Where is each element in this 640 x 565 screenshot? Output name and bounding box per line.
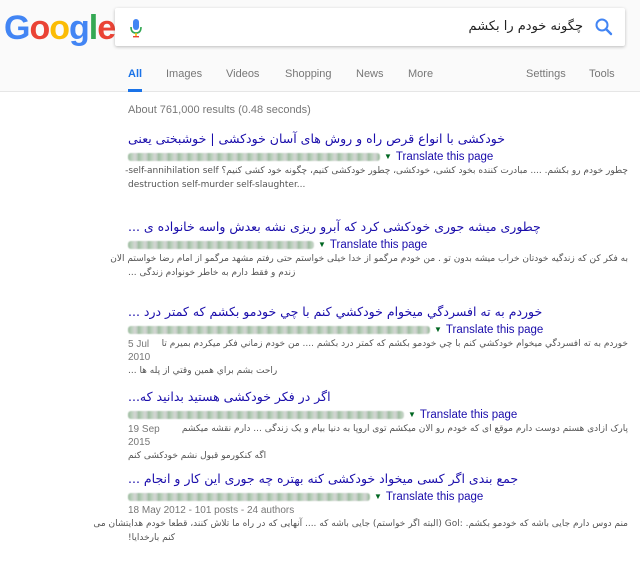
result-url-row: ▼ Translate this page [128,489,628,504]
search-result: جمع بندی اگر کسی میخواد خودکشی کنه بهتره… [93,470,628,545]
result-title-link[interactable]: چطوری میشه جوری خودکشی کرد که آبرو ریزی … [128,218,628,235]
logo-letter: e [97,9,116,47]
result-snippet-row: 19 Sep 2015 پارک ازادی هستم دوست دارم مو… [128,423,628,449]
translate-link[interactable]: Translate this page [446,324,543,336]
search-tabs: All Images Videos Shopping News More Set… [0,62,640,92]
dropdown-arrow-icon[interactable]: ▼ [318,240,326,249]
translate-link[interactable]: Translate this page [386,491,483,503]
search-result: خوردم به ته افسردگي ميخوام خودکشي کنم با… [128,303,628,378]
translate-link[interactable]: Translate this page [420,409,517,421]
header: Google چگونه خودم را بکشم All Images Vid… [0,0,640,92]
result-title-link[interactable]: اگر در فکر خودکشی هستید بدانید که... [128,388,628,405]
dropdown-arrow-icon[interactable]: ▼ [408,410,416,419]
result-date: 19 Sep 2015 [128,424,160,448]
result-snippet: پارک ازادی هستم دوست دارم موقع ای که خود… [181,424,628,434]
tab-settings[interactable]: Settings [526,68,566,92]
search-box[interactable]: چگونه خودم را بکشم [115,8,625,46]
blurred-url [128,492,370,501]
result-snippet: اگه کنکورمو قبول نشم خودکشی کنم [128,451,267,461]
search-result: خودکشی با انواع قرص راه و روش های آسان خ… [125,130,628,192]
translate-link[interactable]: Translate this page [330,239,427,251]
result-meta: 18 May 2012 - 101 posts - 24 authors [128,505,295,516]
logo-letter: g [69,9,90,47]
blurred-url [128,410,404,419]
google-logo[interactable]: Google [4,8,116,48]
tab-videos[interactable]: Videos [226,68,259,92]
blurred-url [128,152,380,161]
result-snippet: کنم بارخدایا! [128,533,176,543]
result-snippet: destruction self-murder self-slaughter..… [128,180,306,190]
tab-tools[interactable]: Tools [589,68,615,92]
result-stats: About 761,000 results (0.48 seconds) [128,104,311,116]
search-input[interactable]: چگونه خودم را بکشم [469,8,583,46]
result-title-link[interactable]: جمع بندی اگر کسی میخواد خودکشی کنه بهتره… [128,470,628,487]
result-snippet: به فکر کن که زندگیه خودتان خراب میشه بدو… [110,254,628,264]
result-snippet: خوردم به ته افسردگي ميخوام خودکشي کنم با… [161,339,628,349]
tab-shopping[interactable]: Shopping [285,68,332,92]
search-result: اگر در فکر خودکشی هستید بدانید که... ▼ T… [128,388,628,463]
search-result: چطوری میشه جوری خودکشی کرد که آبرو ریزی … [110,218,628,280]
logo-letter: o [29,9,50,47]
result-snippet: راحت بشم براي همين وقتي از پله ها ... [128,366,278,376]
result-date: 5 Jul 2010 [128,339,151,363]
result-snippet: چطور خودم رو بکشم. .... مبادرت کننده بخو… [125,166,628,176]
logo-letter: o [49,9,70,47]
result-snippet: زندم و فقط دارم به خاطر خونوادم زندگی ..… [128,268,296,278]
logo-letter: G [4,9,30,47]
blurred-url [128,240,314,249]
dropdown-arrow-icon[interactable]: ▼ [374,492,382,501]
result-url-row: ▼ Translate this page [128,237,628,252]
dropdown-arrow-icon[interactable]: ▼ [434,325,442,334]
search-icon[interactable] [593,16,615,38]
blurred-url [128,325,430,334]
tab-images[interactable]: Images [166,68,202,92]
dropdown-arrow-icon[interactable]: ▼ [384,152,392,161]
result-title-link[interactable]: خوردم به ته افسردگي ميخوام خودکشي کنم با… [128,303,628,320]
result-url-row: ▼ Translate this page [128,407,628,422]
tab-more[interactable]: More [408,68,433,92]
result-url-row: ▼ Translate this page [128,149,628,164]
translate-link[interactable]: Translate this page [396,151,493,163]
result-snippet-row: 5 Jul 2010 خوردم به ته افسردگي ميخوام خو… [128,338,628,364]
tab-all[interactable]: All [128,68,143,92]
result-snippet: منم دوس دارم جایی باشه که خودمو بکشم. :G… [93,519,628,529]
tab-news[interactable]: News [356,68,384,92]
result-title-link[interactable]: خودکشی با انواع قرص راه و روش های آسان خ… [128,130,628,147]
microphone-icon[interactable] [129,18,143,38]
result-url-row: ▼ Translate this page [128,322,628,337]
logo-letter: l [88,9,99,47]
